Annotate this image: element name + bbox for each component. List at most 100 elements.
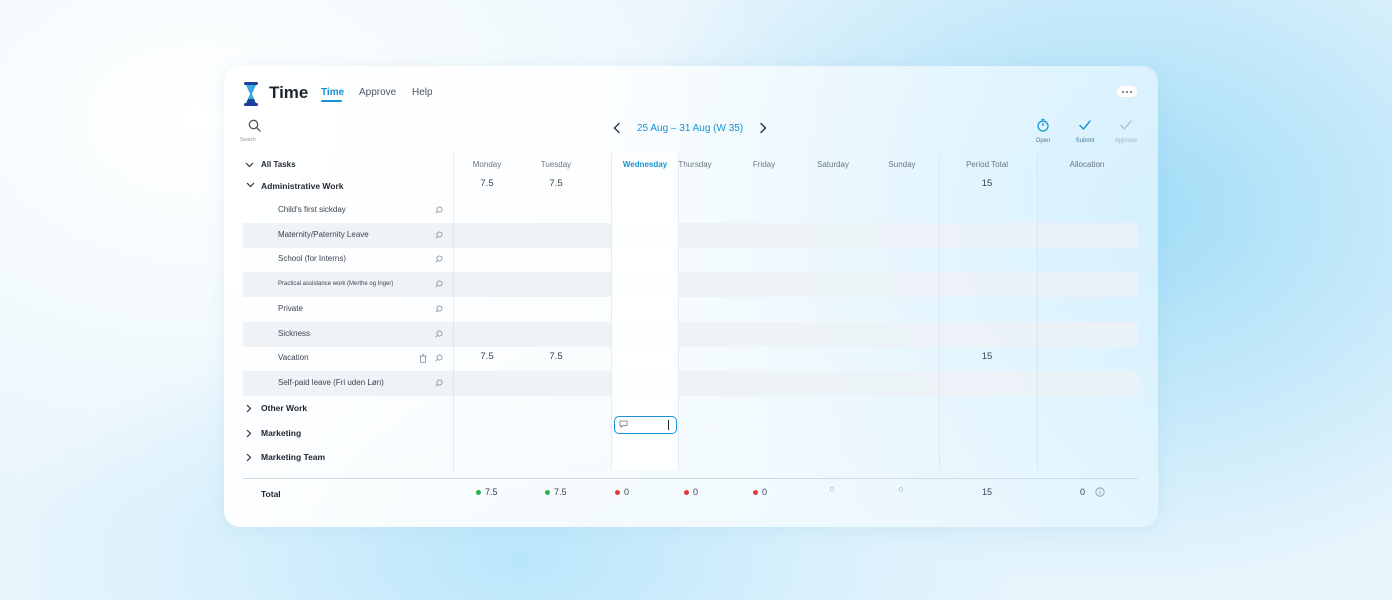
cell-monday[interactable]: 7.5 (472, 351, 502, 362)
total-value: 0 (693, 487, 699, 497)
chevron-right-icon[interactable] (758, 122, 768, 134)
chevron-right-icon[interactable] (246, 429, 252, 438)
col-allocation: Allocation (1069, 160, 1105, 169)
cell-monday[interactable]: 7.5 (472, 178, 502, 189)
approve-label: Approve (1114, 138, 1138, 144)
all-tasks-header[interactable]: All Tasks (261, 160, 296, 169)
open-label: Open (1035, 138, 1051, 144)
status-ok-dot (545, 489, 550, 495)
submit-button[interactable]: Submit (1070, 118, 1100, 144)
task-row[interactable]: Maternity/Paternity Leave (243, 223, 1138, 248)
task-label: Child's first sickday (278, 205, 346, 214)
task-label: Practical assistance work (Merthe og Ing… (278, 281, 394, 287)
col-sunday: Sunday (888, 160, 916, 169)
task-row[interactable]: Sickness (243, 322, 1138, 347)
total-saturday: 0 (830, 487, 834, 494)
col-monday: Monday (472, 160, 502, 169)
task-row[interactable]: School (for Interns) (243, 247, 1138, 272)
nav-tab-help[interactable]: Help (412, 87, 433, 98)
task-row[interactable]: Practical assistance work (Merthe og Ing… (243, 272, 1138, 297)
total-divider (243, 478, 1138, 479)
pin-icon[interactable] (435, 255, 443, 263)
total-allocation: 0 (1080, 487, 1105, 497)
pin-icon[interactable] (435, 206, 443, 214)
app-title: Time (269, 83, 309, 102)
check-icon (1079, 120, 1091, 131)
wednesday-vacation-input[interactable] (614, 416, 677, 434)
group-row-other-work[interactable]: Other Work (243, 396, 1138, 421)
total-sunday: 0 (899, 487, 903, 494)
task-label: School (for Interns) (278, 254, 347, 263)
active-tab-indicator (321, 100, 342, 102)
col-saturday: Saturday (816, 160, 850, 169)
more-dots-icon (1122, 90, 1124, 93)
task-row[interactable]: Self-paid leave (Fri uden Løn) (243, 371, 1138, 396)
total-value: 0 (624, 487, 630, 497)
status-missing-dot (753, 489, 758, 495)
text-caret (668, 420, 669, 430)
task-row[interactable]: Private (243, 297, 1138, 322)
week-range-label[interactable]: 25 Aug – 31 Aug (W 35) (637, 123, 743, 134)
search-label: Search (240, 137, 256, 143)
group-row-marketing[interactable]: Marketing (243, 421, 1138, 446)
task-label: Vacation (278, 353, 309, 362)
pin-icon[interactable] (435, 305, 443, 313)
trash-icon[interactable] (419, 354, 427, 363)
cell-tuesday[interactable]: 7.5 (541, 351, 571, 362)
total-value: 7.5 (554, 487, 567, 497)
stopwatch-icon (1037, 118, 1049, 132)
total-period: 15 (982, 487, 993, 497)
nav-tab-time[interactable]: Time (321, 87, 344, 98)
status-ok-dot (476, 489, 481, 495)
chevron-down-icon[interactable] (246, 182, 255, 188)
search-button[interactable] (245, 119, 263, 137)
task-label: Private (278, 304, 303, 313)
status-missing-dot (684, 489, 689, 495)
total-label: Total (261, 489, 281, 499)
total-tuesday: 7.5 (545, 487, 567, 497)
col-thursday: Thursday (678, 160, 712, 169)
col-period-total: Period Total (965, 160, 1009, 169)
group-label: Marketing (261, 428, 302, 438)
info-icon[interactable] (1095, 487, 1105, 497)
chevron-left-icon[interactable] (612, 122, 622, 134)
cell-period-total: 15 (981, 178, 993, 189)
task-label: Self-paid leave (Fri uden Løn) (278, 378, 384, 387)
nav-tab-approve[interactable]: Approve (359, 87, 396, 98)
pin-icon[interactable] (435, 330, 443, 338)
cell-period-total: 15 (981, 351, 993, 362)
chevron-down-icon[interactable] (245, 162, 254, 168)
total-value: 7.5 (485, 487, 498, 497)
search-icon (248, 119, 261, 132)
chevron-right-icon[interactable] (246, 404, 252, 413)
status-missing-dot (615, 489, 620, 495)
check-disabled-icon (1120, 120, 1132, 131)
open-button[interactable]: Open (1028, 118, 1058, 144)
group-label: Marketing Team (261, 452, 326, 462)
cell-tuesday[interactable]: 7.5 (541, 178, 571, 189)
group-label: Other Work (261, 403, 308, 413)
task-label: Sickness (278, 329, 311, 338)
approve-button[interactable]: Approve (1111, 118, 1141, 144)
total-thursday: 0 (684, 487, 698, 497)
task-row-vacation[interactable]: Vacation 7.5 7.5 15 (243, 346, 1138, 371)
timesheet-card: Time Time Approve Help Search 25 Aug – 3… (224, 66, 1158, 527)
submit-label: Submit (1075, 138, 1095, 144)
more-options-button[interactable] (1116, 85, 1138, 98)
chevron-right-icon[interactable] (246, 453, 252, 462)
task-row[interactable]: Child's first sickday (243, 198, 1138, 223)
task-label: Maternity/Paternity Leave (278, 230, 369, 239)
comment-icon[interactable] (619, 420, 628, 428)
pin-icon[interactable] (435, 280, 443, 288)
total-value: 0 (1080, 487, 1086, 497)
group-row-marketing-team[interactable]: Marketing Team (243, 445, 1138, 470)
pin-icon[interactable] (435, 354, 443, 362)
group-label: Administrative Work (261, 181, 344, 191)
group-row-administrative-work[interactable]: Administrative Work 7.5 7.5 15 (243, 174, 1138, 199)
pin-icon[interactable] (435, 379, 443, 387)
total-monday: 7.5 (476, 487, 498, 497)
pin-icon[interactable] (435, 231, 443, 239)
total-friday: 0 (753, 487, 767, 497)
hourglass-logo-icon (244, 82, 258, 106)
total-wednesday: 0 (615, 487, 629, 497)
